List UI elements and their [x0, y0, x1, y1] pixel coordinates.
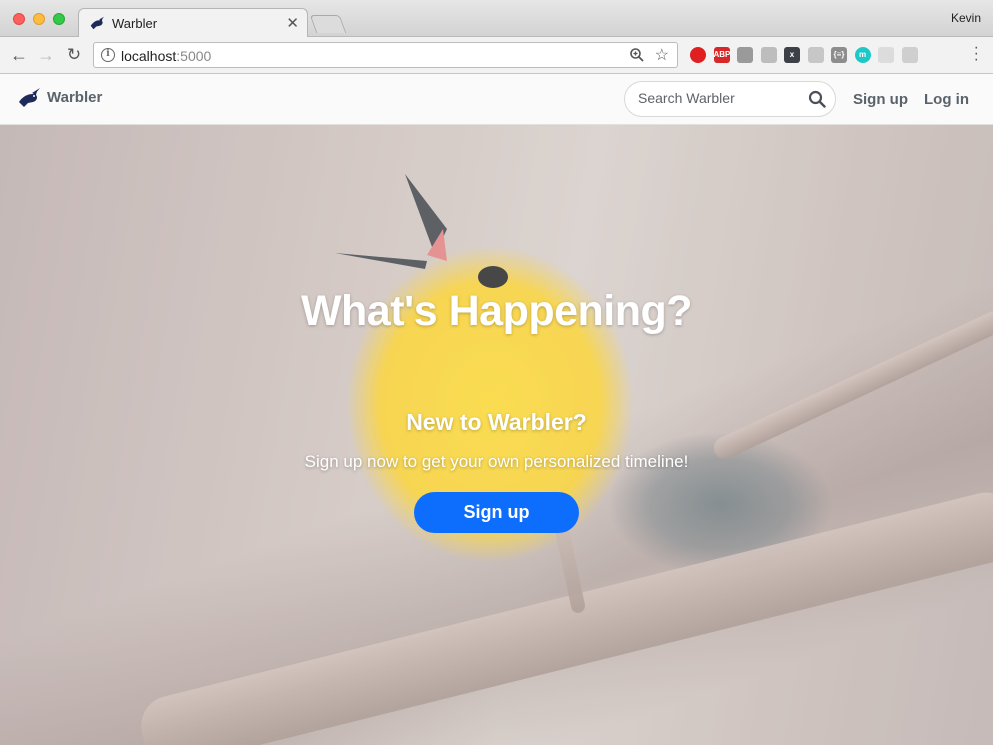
json-viewer-icon[interactable]: {≡}: [831, 47, 847, 63]
wifi-extension-icon[interactable]: [878, 47, 894, 63]
maximize-window-button[interactable]: [53, 13, 65, 25]
tab-close-icon[interactable]: ✕: [286, 14, 299, 32]
teal-extension-icon[interactable]: m: [854, 47, 871, 63]
nav-login-link[interactable]: Log in: [924, 91, 969, 108]
site-navbar: Warbler Sign up Log in: [0, 74, 993, 125]
opera-icon[interactable]: [690, 47, 706, 63]
x-extension-icon[interactable]: x: [784, 47, 800, 63]
tab-title: Warbler: [112, 16, 158, 31]
search-icon[interactable]: [808, 90, 826, 108]
signup-cta-button[interactable]: Sign up: [414, 492, 579, 533]
warbler-bird-icon: [90, 16, 104, 30]
bookmark-star-icon[interactable]: ☆: [655, 45, 669, 65]
warbler-logo-icon: [19, 88, 40, 107]
hero-headline: What's Happening?: [300, 287, 693, 335]
forward-arrow-icon[interactable]: →: [35, 44, 57, 66]
brand-link[interactable]: Warbler: [18, 87, 102, 107]
user-agent-icon[interactable]: [760, 47, 777, 63]
grid-extension-icon[interactable]: [807, 47, 824, 63]
info-icon[interactable]: i: [101, 48, 115, 62]
search-input[interactable]: [638, 90, 798, 106]
nav-signup-link[interactable]: Sign up: [853, 91, 908, 108]
adblock-plus-icon[interactable]: ABP: [713, 47, 730, 63]
profile-name[interactable]: Kevin: [951, 11, 981, 25]
search-box: [624, 81, 836, 117]
browser-toolbar: ← → ↻ i localhost:5000 ☆ ABP x {≡} m · · ·: [0, 37, 993, 74]
address-bar[interactable]: i localhost:5000 ☆: [93, 42, 678, 68]
new-tab-button[interactable]: [309, 15, 347, 33]
hero-subheading: New to Warbler?: [406, 409, 587, 435]
close-window-button[interactable]: [13, 13, 25, 25]
page-viewport: Warbler Sign up Log in What's Happening?…: [0, 74, 993, 745]
browser-tab[interactable]: Warbler ✕: [78, 8, 308, 38]
url-text[interactable]: localhost:5000: [121, 48, 211, 64]
brand-name: Warbler: [47, 88, 103, 106]
browser-titlebar: Warbler ✕ Kevin: [0, 0, 993, 38]
cube-icon[interactable]: [737, 47, 753, 63]
browser-menu-icon[interactable]: · · ·: [974, 40, 979, 68]
square-extension-icon[interactable]: [901, 47, 918, 63]
hero-tagline: Sign up now to get your own personalized…: [304, 452, 689, 471]
reload-icon[interactable]: ↻: [63, 44, 85, 66]
minimize-window-button[interactable]: [33, 13, 45, 25]
zoom-icon[interactable]: [629, 47, 645, 63]
back-arrow-icon[interactable]: ←: [8, 44, 30, 66]
